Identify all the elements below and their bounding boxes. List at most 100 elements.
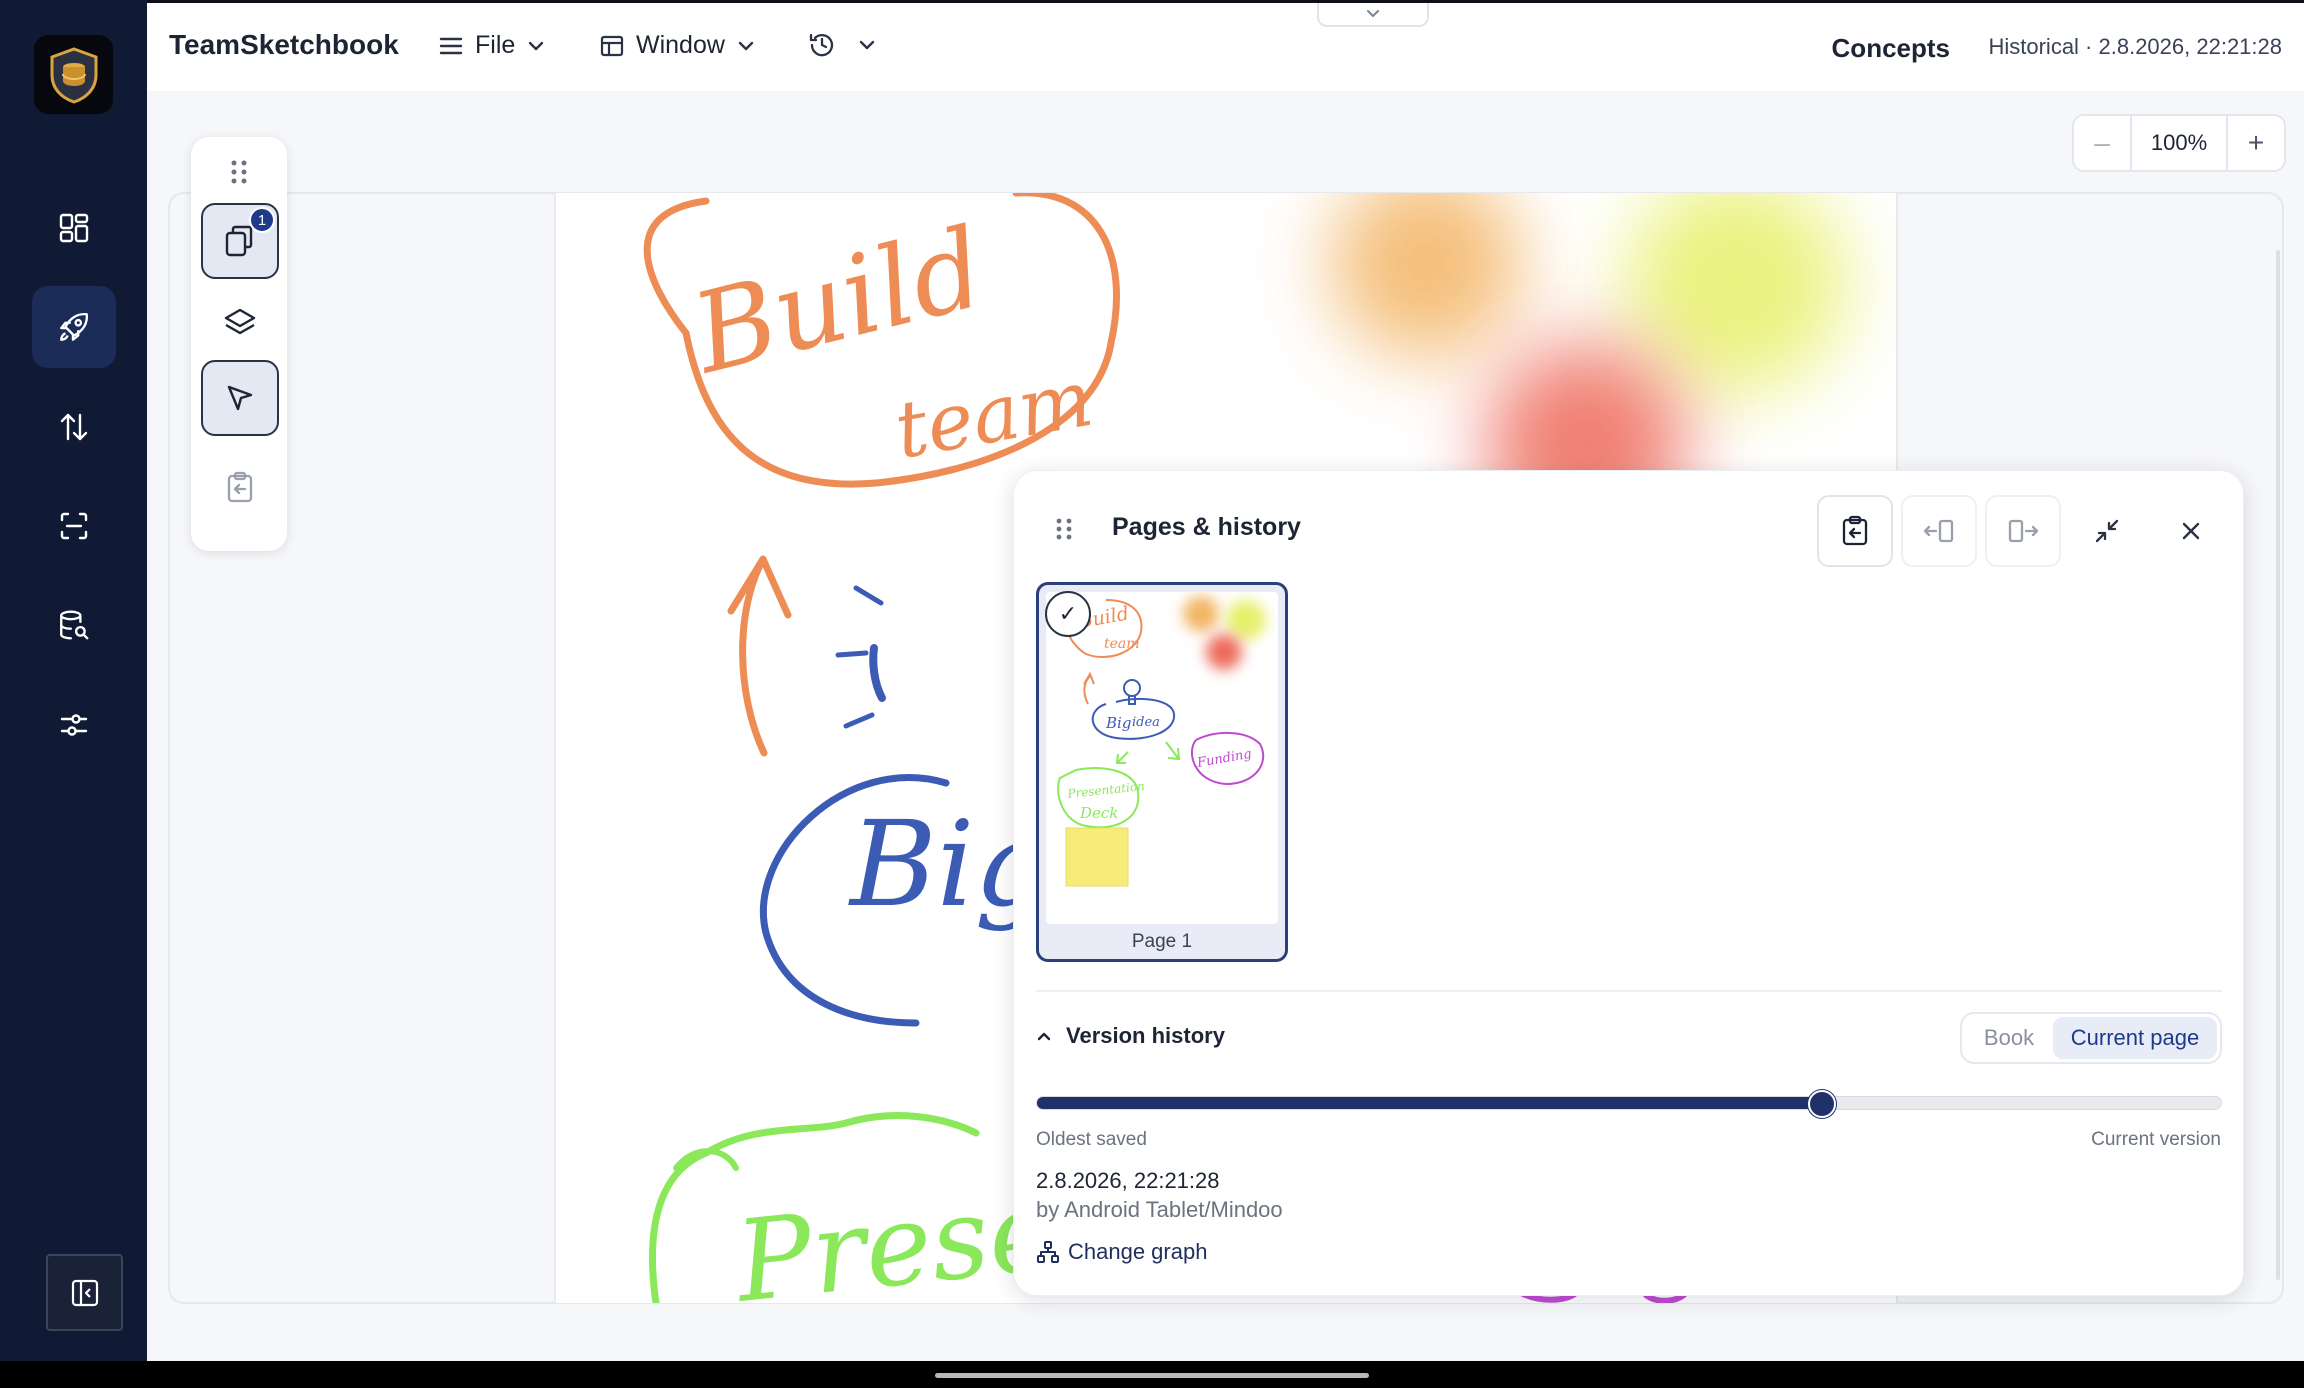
chevron-down-icon bbox=[1367, 10, 1379, 18]
drag-grip-icon bbox=[231, 160, 247, 184]
yellow-blob bbox=[1626, 193, 1846, 393]
file-menu-label: File bbox=[475, 31, 516, 59]
zoom-control: – 100% + bbox=[2072, 114, 2286, 172]
chevron-down-icon bbox=[859, 40, 875, 50]
thumb-team-text: team bbox=[1104, 636, 1140, 652]
oldest-saved-label: Oldest saved bbox=[1036, 1129, 1147, 1150]
bulb-ray bbox=[853, 585, 884, 606]
version-history-title: Version history bbox=[1066, 1023, 1225, 1048]
history-scope-toggle: Book Current page bbox=[1960, 1012, 2222, 1064]
thumb-idea-text: idea bbox=[1132, 715, 1160, 730]
rail-scan-button[interactable] bbox=[32, 485, 116, 567]
home-indicator[interactable] bbox=[935, 1373, 1369, 1378]
insert-page-before-button[interactable] bbox=[1901, 495, 1977, 567]
dashboard-grid-icon bbox=[59, 213, 89, 243]
scan-icon bbox=[60, 512, 88, 540]
sort-arrows-icon bbox=[60, 413, 88, 441]
insert-before-icon bbox=[1923, 519, 1954, 543]
context-title: Concepts bbox=[1831, 33, 1950, 63]
thumb-funding-text: Funding bbox=[1195, 747, 1253, 771]
pages-tool-button[interactable]: 1 bbox=[201, 203, 279, 279]
page-label: Page 1 bbox=[1131, 931, 1193, 952]
rail-sync-button[interactable] bbox=[32, 386, 116, 468]
zoom-out-button[interactable]: – bbox=[2074, 116, 2130, 170]
rail-launch-button[interactable] bbox=[32, 286, 116, 368]
page-thumbnail[interactable]: Build team Big idea Funding Presentation… bbox=[1036, 582, 1288, 962]
rail-dashboard-button[interactable] bbox=[32, 187, 116, 269]
window-menu[interactable]: Window bbox=[600, 31, 755, 60]
rocket-icon bbox=[60, 312, 89, 341]
drag-grip-icon bbox=[1056, 518, 1072, 540]
change-graph-label: Change graph bbox=[1068, 1239, 1208, 1264]
hierarchy-graph-icon bbox=[1037, 1241, 1059, 1263]
chevron-up-icon bbox=[1037, 1032, 1051, 1041]
sidebar-toggle-button[interactable] bbox=[46, 1254, 123, 1331]
bulb-ray bbox=[835, 650, 869, 658]
clipboard-import-icon bbox=[1842, 515, 1868, 546]
history-clock-icon bbox=[809, 33, 834, 57]
panel-title: Pages & history bbox=[1112, 513, 1301, 541]
page-selected-check-icon[interactable]: ✓ bbox=[1045, 591, 1091, 637]
clipboard-import-icon bbox=[227, 471, 253, 503]
orange-blob bbox=[1331, 193, 1521, 358]
scope-current-page-option[interactable]: Current page bbox=[2053, 1017, 2217, 1059]
app-header: TeamSketchbook File Window Concepts Hist… bbox=[147, 3, 2304, 91]
paste-page-button[interactable] bbox=[1817, 495, 1893, 567]
scope-book-option[interactable]: Book bbox=[1965, 1017, 2053, 1059]
thumbnail-sketch: Build team Big idea Funding Presentation… bbox=[1057, 596, 1266, 887]
sliders-icon bbox=[60, 714, 88, 736]
version-slider-fill bbox=[1037, 1097, 1822, 1109]
top-pull-tab[interactable] bbox=[1317, 3, 1429, 27]
insert-page-after-button[interactable] bbox=[1985, 495, 2061, 567]
change-graph-link[interactable]: Change graph bbox=[1036, 1239, 1207, 1265]
version-date: 2.8.2026, 22:21:28 bbox=[1036, 1168, 1220, 1193]
page-thumbnail-image: Build team Big idea Funding Presentation… bbox=[1046, 592, 1278, 924]
left-rail bbox=[0, 0, 147, 1361]
rail-settings-button[interactable] bbox=[32, 684, 116, 766]
thumb-presentation-text: Presentation bbox=[1066, 779, 1146, 801]
palette-drag-handle[interactable] bbox=[227, 159, 251, 185]
version-author: by Android Tablet/Mindoo bbox=[1036, 1197, 1283, 1222]
zoom-in-button[interactable]: + bbox=[2228, 116, 2284, 170]
file-menu[interactable]: File bbox=[439, 31, 545, 60]
pages-count-badge: 1 bbox=[249, 207, 275, 233]
panel-drag-handle[interactable] bbox=[1054, 517, 1074, 541]
select-tool-button[interactable] bbox=[201, 360, 279, 436]
panel-divider bbox=[1036, 990, 2222, 992]
current-version-label: Current version bbox=[2091, 1129, 2221, 1150]
canvas-scrollbar[interactable] bbox=[2276, 250, 2280, 1280]
window-menu-label: Window bbox=[636, 31, 725, 59]
thumb-big-text: Big bbox=[1105, 714, 1131, 732]
chevron-down-icon bbox=[529, 41, 544, 50]
history-menu[interactable] bbox=[808, 31, 876, 59]
cursor-arrow-icon bbox=[227, 385, 253, 411]
window-layout-icon bbox=[600, 35, 624, 56]
pages-history-panel: Pages & history Build team Big idea Fund… bbox=[1013, 470, 2244, 1296]
sidebar-toggle-icon bbox=[71, 1279, 98, 1306]
bulb-ray bbox=[843, 712, 875, 729]
version-slider[interactable] bbox=[1036, 1090, 2222, 1118]
sketch-build-text: Build bbox=[679, 203, 996, 398]
layers-tool-button[interactable] bbox=[201, 285, 279, 361]
insert-after-icon bbox=[2008, 519, 2039, 543]
version-history-toggle[interactable]: Version history bbox=[1036, 1023, 1225, 1049]
version-status: Historical · 2.8.2026, 22:21:28 bbox=[1988, 34, 2282, 59]
hamburger-icon bbox=[439, 37, 463, 54]
app-logo[interactable] bbox=[34, 35, 113, 114]
minimize-arrows-icon bbox=[2095, 519, 2119, 543]
layers-icon bbox=[224, 308, 256, 335]
chevron-down-icon bbox=[738, 41, 754, 50]
zoom-level[interactable]: 100% bbox=[2130, 116, 2228, 170]
database-search-icon bbox=[60, 610, 89, 640]
orange-arrow bbox=[727, 555, 792, 757]
bulb-edge bbox=[869, 644, 886, 702]
collapse-panel-button[interactable] bbox=[2069, 495, 2145, 567]
paste-tool-button[interactable] bbox=[201, 449, 279, 525]
close-icon bbox=[2182, 522, 2200, 540]
close-panel-button[interactable] bbox=[2153, 495, 2229, 567]
thumb-deck-text: Deck bbox=[1079, 804, 1118, 822]
rail-database-button[interactable] bbox=[32, 584, 116, 666]
version-slider-handle[interactable] bbox=[1807, 1090, 1836, 1118]
tool-palette: 1 bbox=[191, 137, 287, 551]
app-title: TeamSketchbook bbox=[169, 29, 399, 60]
